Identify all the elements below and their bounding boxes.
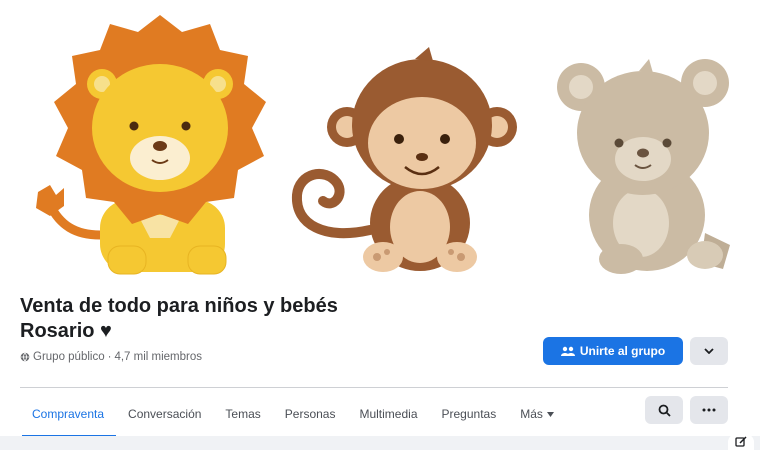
tab-preguntas[interactable]: Preguntas — [430, 394, 509, 434]
group-search-button[interactable] — [645, 396, 683, 424]
chevron-down-icon — [704, 348, 714, 354]
tab-mas[interactable]: Más — [508, 394, 566, 434]
monkey-illustration — [291, 47, 517, 272]
globe-icon — [20, 352, 30, 362]
group-more-button[interactable] — [690, 396, 728, 424]
new-message-button[interactable] — [728, 434, 754, 450]
tab-label: Más — [520, 407, 543, 421]
join-group-button[interactable]: Unirte al grupo — [543, 337, 683, 365]
header-divider — [20, 387, 728, 388]
more-dots-icon — [702, 408, 716, 412]
tab-conversacion[interactable]: Conversación — [116, 394, 213, 434]
tab-label: Preguntas — [441, 407, 497, 421]
tab-temas[interactable]: Temas — [213, 394, 272, 434]
tab-personas[interactable]: Personas — [273, 394, 348, 434]
tab-label: Conversación — [128, 407, 202, 421]
group-join-icon — [560, 346, 575, 356]
join-group-label: Unirte al grupo — [579, 344, 666, 358]
meta-separator: · — [107, 351, 112, 363]
cover-photo — [0, 0, 760, 282]
caret-down-icon — [546, 411, 554, 417]
tab-label: Temas — [225, 407, 261, 421]
tab-multimedia[interactable]: Multimedia — [347, 394, 429, 434]
member-count[interactable]: 4,7 mil miembros — [114, 351, 202, 363]
lion-illustration — [36, 15, 266, 275]
tab-label: Compraventa — [32, 407, 105, 421]
feed-background — [0, 436, 760, 450]
tab-compraventa[interactable]: Compraventa — [20, 394, 117, 438]
privacy-label[interactable]: Grupo público — [33, 351, 105, 363]
bear-illustration — [557, 59, 730, 274]
group-meta: Grupo público · 4,7 mil miembros — [20, 351, 202, 363]
search-icon — [658, 404, 671, 417]
tab-label: Personas — [284, 407, 336, 421]
group-options-button[interactable] — [690, 337, 728, 365]
group-title: Venta de todo para niños y bebés Rosario… — [20, 295, 338, 342]
edit-icon — [735, 436, 747, 447]
tab-label: Multimedia — [359, 407, 418, 421]
group-tabs: Compraventa Conversación Temas Personas … — [20, 392, 566, 438]
